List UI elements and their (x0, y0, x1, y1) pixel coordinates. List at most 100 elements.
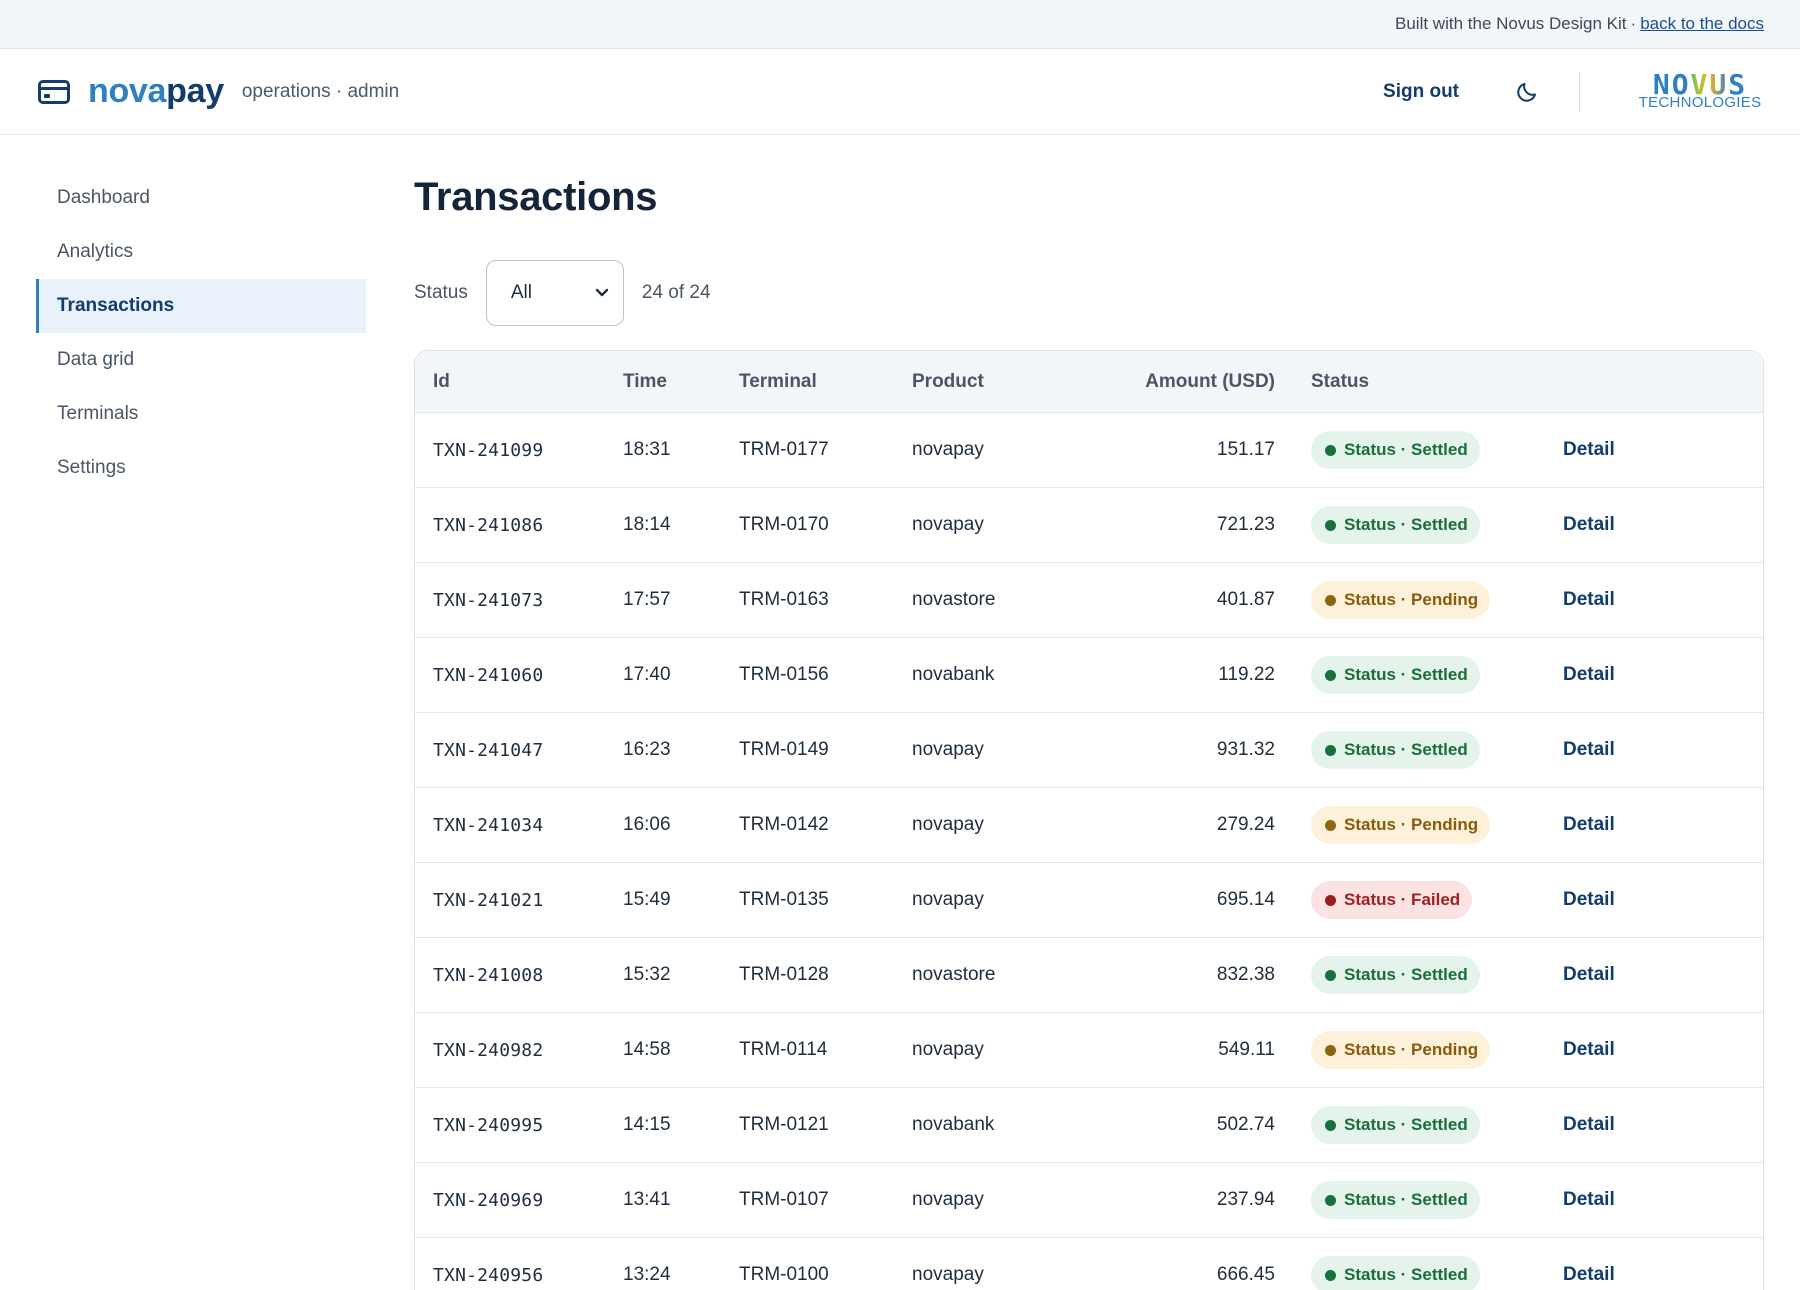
table-row[interactable]: TXN-240969 13:41 TRM-0107 novapay 237.94 Stat… (415, 1163, 1763, 1238)
status-cell: Status · Settled (1275, 731, 1563, 769)
transaction-time: 14:15 (623, 1114, 671, 1135)
transaction-terminal: TRM-0135 (739, 889, 829, 910)
status-cell: Status · Pending (1275, 806, 1563, 844)
transaction-amount: 931.32 (1216, 739, 1275, 760)
status-badge: Status · Settled (1311, 431, 1480, 469)
column-header-id[interactable]: Id (415, 371, 623, 393)
transaction-terminal: TRM-0114 (739, 1039, 828, 1060)
transaction-id: TXN-241047 (433, 739, 544, 761)
sidebar-item-dashboard[interactable]: Dashboard (36, 171, 366, 225)
status-badge-label: Status · Settled (1344, 440, 1468, 459)
sidebar-item-label: Analytics (57, 241, 134, 262)
transaction-terminal: TRM-0121 (739, 1114, 829, 1135)
detail-link[interactable]: Detail (1563, 1114, 1615, 1135)
transaction-terminal: TRM-0163 (739, 589, 829, 610)
main-content: Transactions Status All 24 of 24 Id Time… (366, 135, 1800, 1290)
status-badge-label: Status · Settled (1344, 665, 1468, 684)
detail-link[interactable]: Detail (1563, 1039, 1615, 1060)
transaction-time: 13:41 (623, 1189, 671, 1210)
table-row[interactable]: TXN-240956 13:24 TRM-0100 novapay 666.45 Stat… (415, 1238, 1763, 1290)
sidebar: Dashboard Analytics Transactions Data gr… (0, 135, 366, 1290)
transaction-terminal: TRM-0177 (739, 439, 829, 460)
detail-link[interactable]: Detail (1563, 1264, 1615, 1285)
transaction-amount: 502.74 (1216, 1114, 1275, 1135)
status-badge-label: Status · Pending (1344, 815, 1479, 834)
action-cell: Detail (1563, 1114, 1713, 1136)
sidebar-item-settings[interactable]: Settings (36, 441, 366, 495)
status-cell: Status · Settled (1275, 506, 1563, 544)
status-dot-icon (1325, 819, 1336, 831)
moon-icon[interactable] (1515, 80, 1539, 104)
table-row[interactable]: TXN-241060 17:40 TRM-0156 novabank 119.22 Sta… (415, 638, 1763, 713)
detail-link[interactable]: Detail (1563, 814, 1615, 835)
transaction-terminal: TRM-0107 (739, 1189, 829, 1210)
header-actions: Sign out NOVUS TECHNOLOGIES (1383, 72, 1764, 111)
transaction-product: novapay (912, 514, 984, 535)
transaction-id: TXN-241060 (433, 664, 544, 686)
brand-logo[interactable]: novapay (88, 72, 224, 111)
detail-link[interactable]: Detail (1563, 889, 1615, 910)
column-header-status[interactable]: Status (1275, 371, 1563, 393)
status-badge: Status · Pending (1311, 806, 1491, 844)
transaction-id: TXN-241008 (433, 964, 544, 986)
sidebar-item-data-grid[interactable]: Data grid (36, 333, 366, 387)
table-row[interactable]: TXN-241034 16:06 TRM-0142 novapay 279.24 Stat… (415, 788, 1763, 863)
transaction-id: TXN-240995 (433, 1114, 544, 1136)
transaction-time: 14:58 (623, 1039, 671, 1060)
column-header-time[interactable]: Time (623, 371, 739, 393)
transaction-time: 17:57 (623, 589, 671, 610)
table-row[interactable]: TXN-241008 15:32 TRM-0128 novastore 832.38 St… (415, 938, 1763, 1013)
status-cell: Status · Settled (1275, 656, 1563, 694)
status-badge-label: Status · Settled (1344, 1265, 1468, 1284)
status-cell: Status · Failed (1275, 881, 1563, 919)
detail-link[interactable]: Detail (1563, 739, 1615, 760)
detail-link[interactable]: Detail (1563, 964, 1615, 985)
notice-separator: · (1630, 14, 1637, 33)
table-row[interactable]: TXN-240982 14:58 TRM-0114 novapay 549.11 Stat… (415, 1013, 1763, 1088)
table-row[interactable]: TXN-241099 18:31 TRM-0177 novapay 151.17 Stat… (415, 413, 1763, 488)
detail-link[interactable]: Detail (1563, 439, 1615, 460)
action-cell: Detail (1563, 1039, 1713, 1061)
table-row[interactable]: TXN-240995 14:15 TRM-0121 novabank 502.74 Sta… (415, 1088, 1763, 1163)
sign-out-button[interactable]: Sign out (1383, 81, 1459, 103)
transaction-amount: 549.11 (1218, 1039, 1275, 1060)
status-filter-label: Status (414, 282, 468, 303)
transaction-time: 16:23 (623, 739, 671, 760)
table-row[interactable]: TXN-241021 15:49 TRM-0135 novapay 695.14 Stat… (415, 863, 1763, 938)
status-badge: Status · Failed (1311, 881, 1473, 919)
detail-link[interactable]: Detail (1563, 1189, 1615, 1210)
app-body: Dashboard Analytics Transactions Data gr… (0, 135, 1800, 1290)
transaction-amount: 279.24 (1216, 814, 1275, 835)
result-count: 24 of 24 (641, 282, 711, 303)
status-badge-label: Status · Failed (1344, 890, 1461, 909)
status-badge-label: Status · Settled (1344, 1190, 1468, 1209)
transaction-product: novabank (912, 664, 995, 685)
column-header-product[interactable]: Product (912, 371, 1085, 393)
sidebar-item-label: Dashboard (57, 187, 150, 208)
table-row[interactable]: TXN-241047 16:23 TRM-0149 novapay 931.32 Stat… (415, 713, 1763, 788)
action-cell: Detail (1563, 664, 1713, 686)
transactions-table: Id Time Terminal Product Amount (USD) St… (414, 350, 1764, 1290)
detail-link[interactable]: Detail (1563, 589, 1615, 610)
status-filter-select[interactable]: All (485, 260, 624, 326)
table-row[interactable]: TXN-241086 18:14 TRM-0170 novapay 721.23 Stat… (415, 488, 1763, 563)
sidebar-item-transactions[interactable]: Transactions (36, 279, 366, 333)
column-header-terminal[interactable]: Terminal (739, 371, 912, 393)
back-to-docs-link[interactable]: back to the docs (1640, 14, 1764, 34)
table-header: Id Time Terminal Product Amount (USD) St… (415, 351, 1763, 413)
status-dot-icon (1325, 894, 1336, 906)
transaction-amount: 151.17 (1216, 439, 1275, 460)
column-header-amount[interactable]: Amount (USD) (1085, 371, 1275, 393)
status-badge: Status · Settled (1311, 1106, 1480, 1144)
page-title: Transactions (414, 175, 658, 219)
notice-text: Built with the Novus Design Kit (1395, 14, 1627, 33)
status-badge-label: Status · Pending (1344, 1040, 1479, 1059)
detail-link[interactable]: Detail (1563, 664, 1615, 685)
sidebar-item-label: Data grid (57, 349, 135, 370)
detail-link[interactable]: Detail (1563, 514, 1615, 535)
status-cell: Status · Settled (1275, 1106, 1563, 1144)
sidebar-item-analytics[interactable]: Analytics (36, 225, 366, 279)
table-body: TXN-241099 18:31 TRM-0177 novapay 151.17 Stat… (415, 413, 1763, 1290)
table-row[interactable]: TXN-241073 17:57 TRM-0163 novastore 401.87 St… (415, 563, 1763, 638)
sidebar-item-terminals[interactable]: Terminals (36, 387, 366, 441)
